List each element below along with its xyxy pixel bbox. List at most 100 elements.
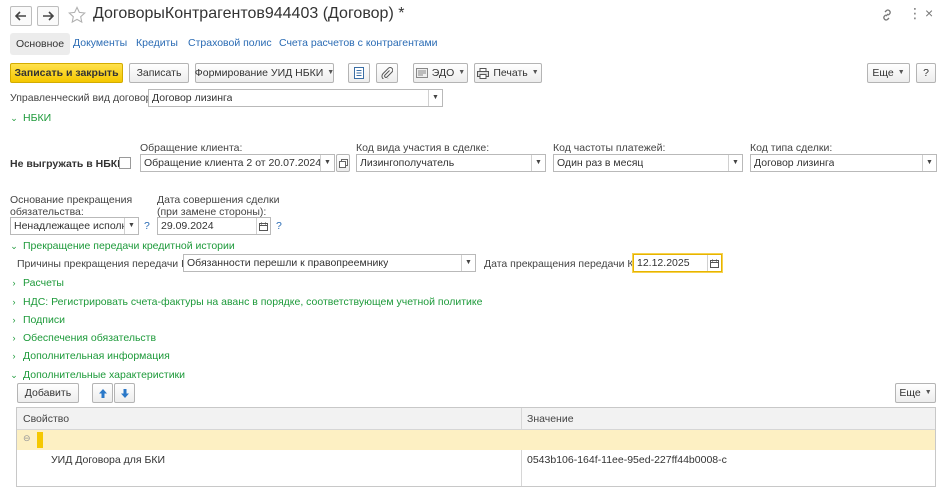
table-more-label: Еще [899, 387, 921, 399]
section-additional-info-label: Дополнительная информация [23, 350, 170, 362]
dropdown-caret-icon[interactable]: ▼ [922, 155, 936, 171]
section-vat-label: НДС: Регистрировать счета-фактуры на ава… [23, 296, 483, 308]
no-export-nbki-checkbox[interactable] [119, 157, 131, 169]
deal-type-label: Код типа сделки: [750, 142, 833, 154]
save-button[interactable]: Записать [129, 63, 189, 83]
arrow-down-icon [120, 388, 129, 398]
chevron-right-icon: › [12, 333, 16, 343]
termination-basis-help[interactable]: ? [144, 220, 150, 232]
section-nbki-label: НБКИ [23, 112, 52, 124]
attach-file-button[interactable] [376, 63, 398, 83]
link-icon[interactable] [880, 8, 894, 25]
section-collateral-label: Обеспечения обязательств [23, 332, 157, 344]
termination-basis-select[interactable]: Ненадлежащее исполнение ▼ [10, 217, 139, 235]
tab-insurance-policy[interactable]: Страховой полис [188, 34, 272, 54]
back-button[interactable] [10, 6, 32, 26]
help-button[interactable]: ? [916, 63, 936, 83]
section-signatures-label: Подписи [23, 314, 65, 326]
calendar-icon[interactable] [256, 218, 270, 234]
deal-date-help[interactable]: ? [276, 220, 282, 232]
dropdown-caret-icon[interactable]: ▼ [461, 255, 475, 271]
close-icon[interactable]: × [925, 6, 933, 20]
column-header-property[interactable]: Свойство [23, 413, 69, 425]
chevron-right-icon: › [12, 278, 16, 288]
print-label: Печать [493, 67, 528, 79]
table-group-row[interactable]: ⊖ [17, 430, 935, 450]
deal-date-value: 29.09.2024 [161, 220, 214, 232]
more-button[interactable]: Еще ▼ [867, 63, 910, 83]
dropdown-caret-icon: ▼ [924, 389, 932, 396]
section-vat-header[interactable]: › НДС: Регистрировать счета-фактуры на а… [10, 296, 483, 308]
tab-credits[interactable]: Кредиты [136, 34, 178, 54]
dropdown-caret-icon[interactable]: ▼ [124, 218, 138, 234]
deal-type-select[interactable]: Договор лизинга ▼ [750, 154, 937, 172]
chevron-down-icon: ⌄ [10, 240, 18, 251]
contract-kind-select[interactable]: Договор лизинга ▼ [148, 89, 443, 107]
stop-date-input[interactable]: 12.12.2025 [633, 254, 722, 272]
termination-basis-label: Основание прекращения обязательства: [10, 194, 133, 218]
save-and-close-button[interactable]: Записать и закрыть [10, 63, 123, 83]
dropdown-caret-icon: ▼ [531, 69, 539, 76]
payment-frequency-select[interactable]: Один раз в месяц ▼ [553, 154, 743, 172]
section-signatures-header[interactable]: › Подписи [10, 314, 65, 326]
row-value-cell: 0543b106-164f-11ee-95ed-227ff44b0008-c [527, 454, 727, 466]
deal-date-input[interactable]: 29.09.2024 [157, 217, 271, 235]
tab-documents[interactable]: Документы [73, 34, 127, 54]
edo-icon [415, 68, 428, 78]
printer-icon [477, 67, 490, 79]
properties-table: Свойство Значение ⊖ УИД Договора для БКИ… [16, 407, 936, 487]
edo-label: ЭДО [431, 67, 455, 79]
table-row[interactable]: УИД Договора для БКИ 0543b106-164f-11ee-… [17, 450, 935, 470]
client-request-label: Обращение клиента: [140, 142, 243, 154]
edo-button[interactable]: ЭДО ▼ [413, 63, 468, 83]
move-up-button[interactable] [92, 383, 113, 403]
dropdown-caret-icon[interactable]: ▼ [531, 155, 545, 171]
section-nbki-header[interactable]: ⌄ НБКИ [10, 112, 51, 124]
dropdown-caret-icon[interactable]: ▼ [320, 155, 334, 171]
column-header-value[interactable]: Значение [527, 413, 574, 425]
stop-reason-value: Обязанности перешли к правопреемнику [187, 257, 389, 269]
stop-date-value: 12.12.2025 [637, 257, 690, 269]
chevron-down-icon: ⌄ [10, 369, 18, 380]
section-additional-info-header[interactable]: › Дополнительная информация [10, 350, 170, 362]
list-report-button[interactable] [348, 63, 370, 83]
participation-code-select[interactable]: Лизингополучатель ▼ [356, 154, 546, 172]
group-marker [37, 432, 43, 448]
favorite-star-icon[interactable] [68, 6, 86, 27]
print-button[interactable]: Печать ▼ [474, 63, 542, 83]
calendar-icon[interactable] [707, 255, 721, 271]
move-down-button[interactable] [114, 383, 135, 403]
no-export-nbki-label: Не выгружать в НБКИ: [10, 158, 129, 170]
arrow-up-icon [98, 388, 107, 398]
chevron-right-icon: › [12, 315, 16, 325]
chevron-right-icon: › [12, 297, 16, 307]
dropdown-caret-icon[interactable]: ▼ [728, 155, 742, 171]
chevron-down-icon: ⌄ [10, 112, 18, 123]
open-client-request-button[interactable] [336, 154, 350, 172]
section-extra-label: Дополнительные характеристики [23, 369, 186, 381]
section-collateral-header[interactable]: › Обеспечения обязательств [10, 332, 157, 344]
deal-date-label: Дата совершения сделки (при замене сторо… [157, 194, 280, 218]
arrow-left-icon [15, 11, 26, 21]
paperclip-icon [381, 67, 393, 79]
more-vertical-icon[interactable]: ⋮ [908, 6, 922, 20]
tab-main[interactable]: Основное [10, 33, 71, 55]
collapse-group-icon[interactable]: ⊖ [23, 433, 31, 444]
forward-button[interactable] [37, 6, 59, 26]
add-row-button[interactable]: Добавить [17, 383, 79, 403]
more-label: Еще [872, 67, 894, 79]
dropdown-caret-icon[interactable]: ▼ [428, 90, 442, 106]
section-transfer-stop-header[interactable]: ⌄ Прекращение передачи кредитной истории [10, 240, 235, 252]
stop-reason-select[interactable]: Обязанности перешли к правопреемнику ▼ [183, 254, 476, 272]
deal-type-value: Договор лизинга [754, 157, 835, 169]
termination-basis-value: Ненадлежащее исполнение [14, 220, 126, 232]
tab-settlement-accounts[interactable]: Счета расчетов с контрагентами [279, 34, 438, 54]
dropdown-caret-icon: ▼ [327, 69, 335, 76]
table-more-button[interactable]: Еще ▼ [895, 383, 936, 403]
section-extra-header[interactable]: ⌄ Дополнительные характеристики [10, 369, 185, 381]
open-window-icon [338, 158, 348, 168]
section-settlements-header[interactable]: › Расчеты [10, 277, 64, 289]
client-request-select[interactable]: Обращение клиента 2 от 20.07.2024 0:00:0… [140, 154, 335, 172]
form-uid-nbki-button[interactable]: Формирование УИД НБКИ ▼ [195, 63, 334, 83]
participation-code-label: Код вида участия в сделке: [356, 142, 490, 154]
